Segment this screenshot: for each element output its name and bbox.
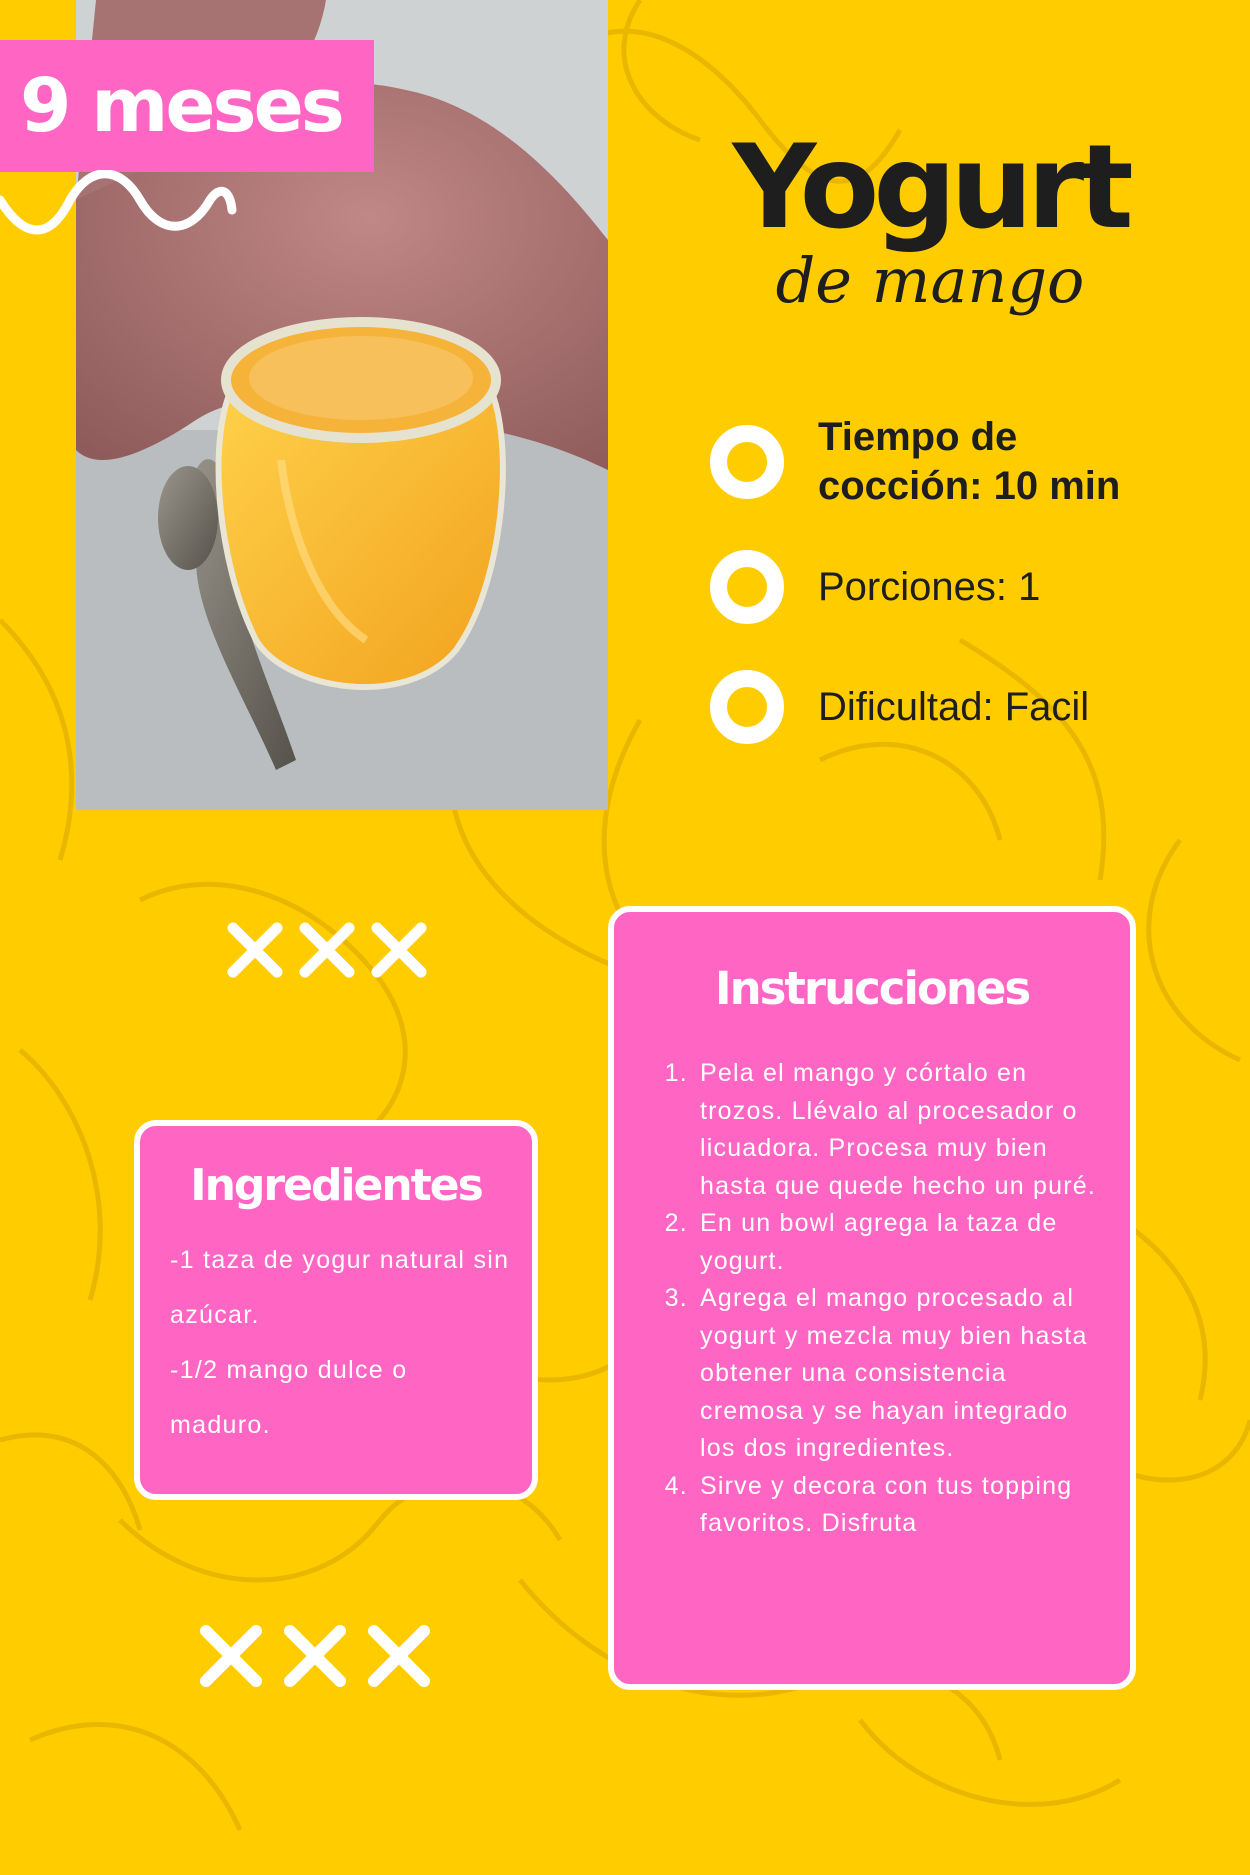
instructions-list: Pela el mango y córtalo en trozos. Lléva… (614, 1055, 1130, 1543)
ring-bullet-icon (710, 670, 784, 744)
ring-bullet-icon (710, 424, 784, 499)
ingredients-title: Ingredientes (190, 1160, 484, 1211)
instruction-step: En un bowl agrega la taza de yogurt. (696, 1205, 1100, 1280)
x-marks-decoration-bottom (200, 1625, 430, 1687)
wave-decoration (0, 170, 237, 235)
ingredient-item: -1 taza de yogur natural sin azúcar. (170, 1246, 510, 1329)
ingredient-item: -1/2 mango dulce o maduro. (170, 1356, 408, 1439)
info-difficulty: Dificultad: Facil (710, 670, 1089, 744)
instructions-title: Instrucciones (714, 962, 1031, 1015)
ring-bullet-icon (710, 550, 784, 624)
info-difficulty-text: Dificultad: Facil (818, 684, 1090, 729)
recipe-card-page: 9 meses Yogurt de mango Tiempo de cocció… (0, 0, 1250, 1875)
recipe-title: Yogurt (732, 120, 1133, 255)
instruction-step: Agrega el mango procesado al yogurt y me… (696, 1280, 1100, 1468)
info-cook-time: Tiempo de cocción: 10 min (710, 413, 1138, 511)
instruction-step: Sirve y decora con tus topping favoritos… (696, 1468, 1100, 1543)
info-portions-text: Porciones: 1 (818, 564, 1041, 609)
ingredients-list: -1 taza de yogur natural sin azúcar. -1/… (170, 1233, 532, 1453)
instruction-step: Pela el mango y córtalo en trozos. Lléva… (696, 1055, 1100, 1205)
age-badge: 9 meses (0, 40, 374, 172)
ingredients-card: Ingredientes -1 taza de yogur natural si… (134, 1120, 538, 1500)
recipe-subtitle: de mango (775, 244, 1085, 317)
info-cook-time-text: Tiempo de cocción: 10 min (818, 415, 1121, 508)
info-portions: Porciones: 1 (710, 550, 1040, 624)
instructions-card: Instrucciones Pela el mango y córtalo en… (608, 906, 1136, 1690)
x-marks-decoration-top (227, 922, 427, 978)
age-badge-text: 9 meses (20, 63, 345, 149)
